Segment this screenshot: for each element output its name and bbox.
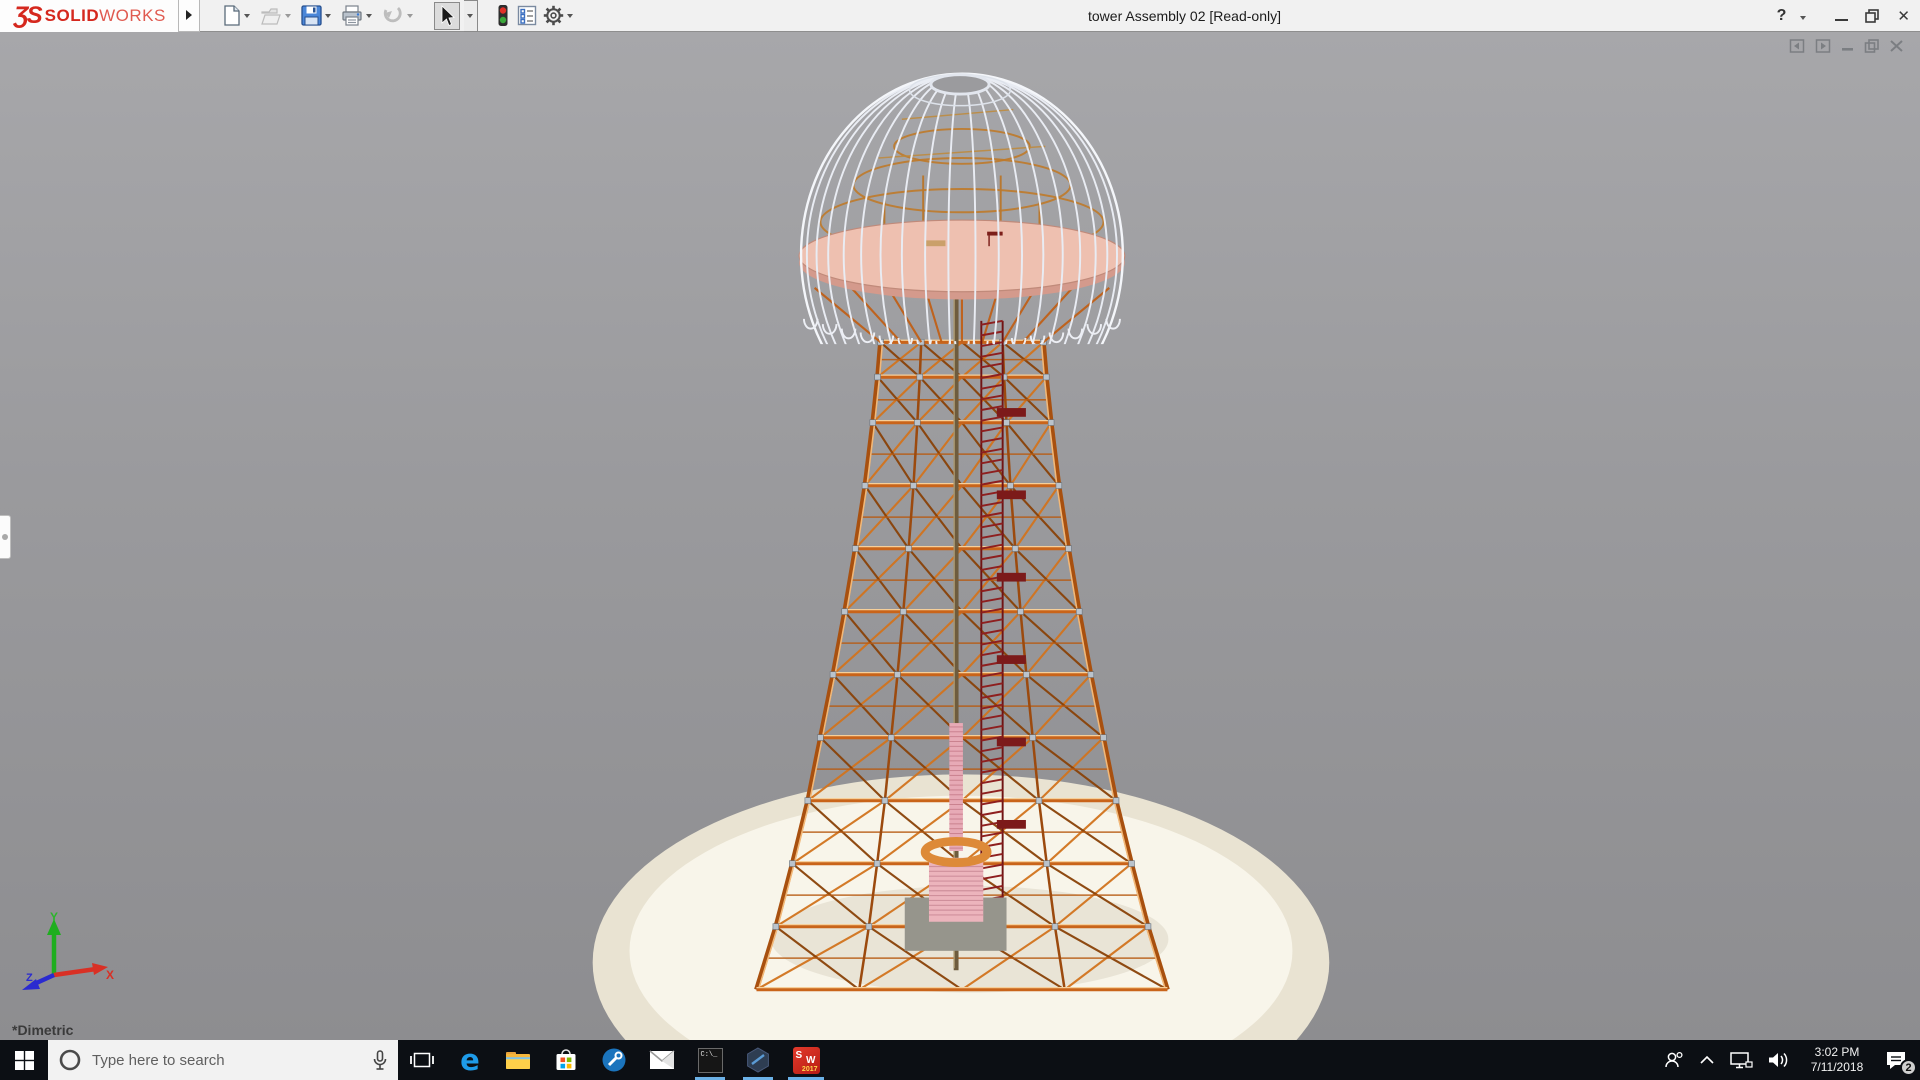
help-button[interactable]: ? [1777, 7, 1787, 25]
microsoft-store-button[interactable] [542, 1040, 590, 1080]
gear-icon [543, 5, 564, 26]
logo-text-works: WORKS [99, 6, 166, 26]
search-input[interactable] [92, 1052, 362, 1069]
cmd-icon: C:\_ [698, 1048, 723, 1073]
doc-minimize-button[interactable] [1841, 38, 1855, 54]
open-dropdown-arrow[interactable] [285, 14, 291, 18]
command-prompt-button[interactable]: C:\_ [686, 1040, 734, 1080]
taskbar-search[interactable] [48, 1040, 398, 1080]
wrench-circle-icon [601, 1047, 627, 1073]
hexagon-app-icon [745, 1047, 771, 1073]
print-button[interactable] [340, 3, 377, 28]
axis-z-label: Z [26, 972, 33, 984]
microphone-icon[interactable] [372, 1049, 388, 1071]
windows-taskbar: e C:\_ [0, 1040, 1920, 1080]
system-tray: 3:02 PM 7/11/2018 2 [1663, 1040, 1920, 1080]
view-orientation-label: *Dimetric [12, 1022, 73, 1038]
mail-app-button[interactable] [638, 1040, 686, 1080]
axis-y-label: Y [50, 910, 58, 924]
save-dropdown-arrow[interactable] [325, 14, 331, 18]
menu-flyout-button[interactable] [178, 0, 200, 32]
windows-logo-icon [15, 1051, 34, 1070]
tray-date: 7/11/2018 [1804, 1060, 1870, 1075]
orientation-triad: Y X Z [16, 909, 116, 1000]
file-explorer-icon [505, 1049, 531, 1071]
restore-button[interactable] [1865, 9, 1880, 23]
doc-restore-button[interactable] [1864, 38, 1880, 54]
options-dropdown-arrow[interactable] [567, 14, 573, 18]
window-title: tower Assembly 02 [Read-only] [1088, 0, 1281, 32]
select-cursor-icon [438, 5, 456, 27]
undo-button[interactable] [381, 4, 418, 28]
solidworks-2017-icon: S W 2017 [793, 1047, 820, 1074]
tab-dot [2, 534, 8, 540]
doc-close-button[interactable] [1889, 38, 1904, 54]
action-center-button[interactable]: 2 [1884, 1049, 1908, 1071]
dassault-logo-glyph: ƷS [14, 2, 41, 30]
titlebar: ƷS SOLIDWORKS [0, 0, 1920, 32]
volume-icon[interactable] [1767, 1050, 1790, 1070]
rebuild-button[interactable] [494, 2, 512, 29]
start-button[interactable] [0, 1040, 48, 1080]
quick-access-toolbar [222, 0, 578, 32]
tools-app-button[interactable] [590, 1040, 638, 1080]
pane-toggle-right-icon[interactable] [1815, 38, 1832, 54]
document-window-controls [1789, 38, 1904, 54]
file-explorer-button[interactable] [494, 1040, 542, 1080]
mail-icon [649, 1050, 675, 1070]
undo-dropdown-arrow[interactable] [407, 14, 413, 18]
cortana-icon [58, 1048, 82, 1072]
tray-expand-chevron-icon[interactable] [1699, 1055, 1715, 1065]
new-document-icon [223, 5, 241, 26]
options-button[interactable] [542, 3, 578, 28]
file-properties-button[interactable] [516, 3, 538, 28]
window-controls: ? ✕ [1777, 0, 1910, 32]
new-document-button[interactable] [222, 3, 255, 28]
hexagon-app-button[interactable] [734, 1040, 782, 1080]
close-button[interactable]: ✕ [1897, 7, 1910, 25]
edge-browser-button[interactable]: e [446, 1040, 494, 1080]
clock[interactable]: 3:02 PM 7/11/2018 [1804, 1045, 1870, 1075]
file-properties-icon [517, 5, 537, 26]
open-document-button[interactable] [259, 4, 296, 28]
tower-assembly-model [0, 32, 1920, 1040]
select-dropdown-button[interactable] [464, 0, 478, 32]
traffic-light-icon [495, 4, 511, 27]
pane-toggle-left-icon[interactable] [1789, 38, 1806, 54]
store-icon [554, 1048, 578, 1072]
print-icon [341, 5, 363, 26]
select-tool-button[interactable] [434, 2, 460, 30]
open-folder-icon [260, 6, 282, 26]
network-icon[interactable] [1729, 1050, 1753, 1070]
people-icon[interactable] [1663, 1050, 1685, 1070]
solidworks-app-button[interactable]: S W 2017 [782, 1040, 830, 1080]
task-view-button[interactable] [398, 1040, 446, 1080]
save-button[interactable] [300, 3, 336, 28]
edge-icon: e [460, 1046, 480, 1075]
logo-text-solid: SOLID [45, 6, 99, 26]
new-dropdown-arrow[interactable] [244, 14, 250, 18]
tray-time: 3:02 PM [1804, 1045, 1870, 1060]
axis-x-label: X [106, 968, 114, 982]
task-view-icon [410, 1049, 434, 1071]
solidworks-logo: ƷS SOLIDWORKS [0, 0, 178, 32]
undo-arrow-icon [382, 6, 404, 26]
minimize-button[interactable] [1835, 19, 1848, 21]
flyout-arrow-icon [185, 9, 193, 21]
save-floppy-icon [301, 5, 322, 26]
notification-count-badge: 2 [1900, 1059, 1917, 1076]
print-dropdown-arrow[interactable] [366, 14, 372, 18]
graphics-area[interactable]: Y X Z *Dimetric [0, 32, 1920, 1040]
feature-tree-collapse-tab[interactable] [0, 515, 11, 559]
help-dropdown-arrow[interactable] [1800, 16, 1806, 20]
